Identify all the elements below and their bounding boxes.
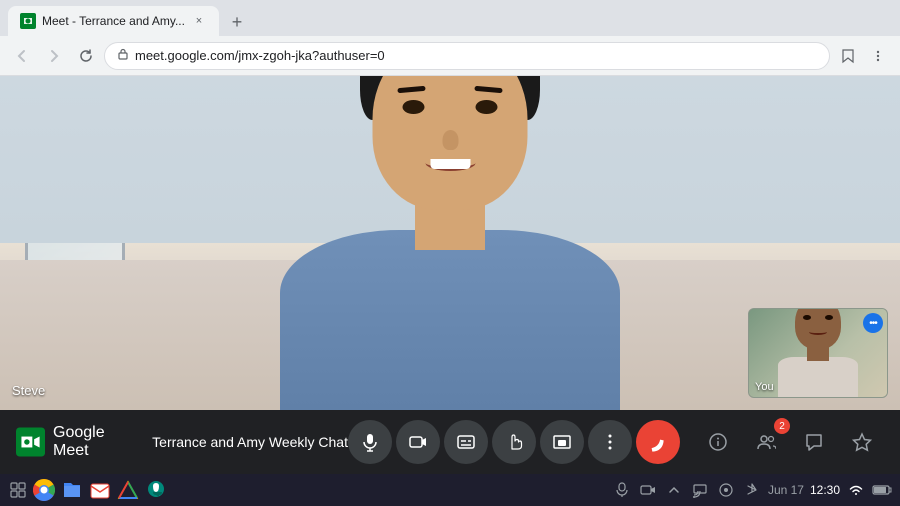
tray-expand-icon[interactable] xyxy=(664,480,684,500)
back-button[interactable] xyxy=(8,42,36,70)
bookmark-button[interactable] xyxy=(834,42,862,70)
call-title: Terrance and Amy Weekly Chat xyxy=(152,434,348,450)
files-taskbar-icon[interactable] xyxy=(60,478,84,502)
system-button[interactable] xyxy=(8,480,28,500)
chat-button[interactable] xyxy=(792,420,836,464)
tray-mic-icon[interactable] xyxy=(612,480,632,500)
url-text: meet.google.com/jmx-zgoh-jka?authuser=0 xyxy=(135,48,817,63)
meet-logo: Google Meet xyxy=(16,424,136,460)
pip-more-button[interactable]: ••• xyxy=(863,313,883,333)
system-time: 12:30 xyxy=(810,483,840,497)
pip-you-label: You xyxy=(755,381,774,393)
tray-wifi-icon[interactable] xyxy=(846,480,866,500)
participants-button[interactable]: 2 xyxy=(744,420,788,464)
pip-window: ••• You xyxy=(748,308,888,398)
meet-controls xyxy=(348,420,680,464)
camera-button[interactable] xyxy=(396,420,440,464)
active-tab[interactable]: Meet - Terrance and Amy... × xyxy=(8,6,219,36)
info-button[interactable] xyxy=(696,420,740,464)
address-bar: meet.google.com/jmx-zgoh-jka?authuser=0 xyxy=(0,36,900,76)
system-tray-right: Jun 17 12:30 xyxy=(612,480,892,500)
tab-bar: Meet - Terrance and Amy... × + xyxy=(0,0,900,36)
video-container: Steve xyxy=(0,76,900,410)
raise-hand-button[interactable] xyxy=(492,420,536,464)
secure-icon xyxy=(117,48,129,63)
forward-button[interactable] xyxy=(40,42,68,70)
tray-cast-icon[interactable] xyxy=(690,480,710,500)
participants-badge: 2 xyxy=(774,418,790,434)
tray-camera-icon[interactable] xyxy=(638,480,658,500)
tab-favicon xyxy=(20,13,36,29)
system-date: Jun 17 xyxy=(768,483,804,497)
tray-network-icon[interactable] xyxy=(716,480,736,500)
person-head xyxy=(373,76,528,210)
chrome-taskbar-icon[interactable] xyxy=(32,478,56,502)
refresh-button[interactable] xyxy=(72,42,100,70)
chrome-menu-button[interactable] xyxy=(864,42,892,70)
meet-logo-text: Google Meet xyxy=(53,424,136,460)
more-options-button[interactable] xyxy=(588,420,632,464)
browser-frame: Meet - Terrance and Amy... × + meet.goog… xyxy=(0,0,900,506)
activities-button[interactable] xyxy=(840,420,884,464)
drive-taskbar-icon[interactable] xyxy=(116,478,140,502)
toolbar-right xyxy=(834,42,892,70)
captions-button[interactable] xyxy=(444,420,488,464)
hangouts-taskbar-icon[interactable] xyxy=(144,478,168,502)
present-button[interactable] xyxy=(540,420,584,464)
pip-body xyxy=(778,357,858,397)
pip-head xyxy=(795,308,841,349)
person-body xyxy=(280,230,620,410)
new-tab-button[interactable]: + xyxy=(223,8,251,36)
tab-close-button[interactable]: × xyxy=(191,13,207,29)
participant-name-label: Steve xyxy=(12,383,45,398)
gmail-taskbar-icon[interactable] xyxy=(88,478,112,502)
url-bar[interactable]: meet.google.com/jmx-zgoh-jka?authuser=0 xyxy=(104,42,830,70)
meet-toolbar: Google Meet Terrance and Amy Weekly Chat xyxy=(0,410,900,474)
pip-more-icon: ••• xyxy=(869,318,877,329)
microphone-button[interactable] xyxy=(348,420,392,464)
tray-battery-icon[interactable] xyxy=(872,480,892,500)
tray-bt-icon[interactable] xyxy=(742,480,762,500)
system-tray: Jun 17 12:30 xyxy=(0,474,900,506)
tab-title: Meet - Terrance and Amy... xyxy=(42,14,185,28)
taskbar-left xyxy=(8,478,168,502)
meet-right-controls: 2 xyxy=(696,420,884,464)
end-call-button[interactable] xyxy=(636,420,680,464)
